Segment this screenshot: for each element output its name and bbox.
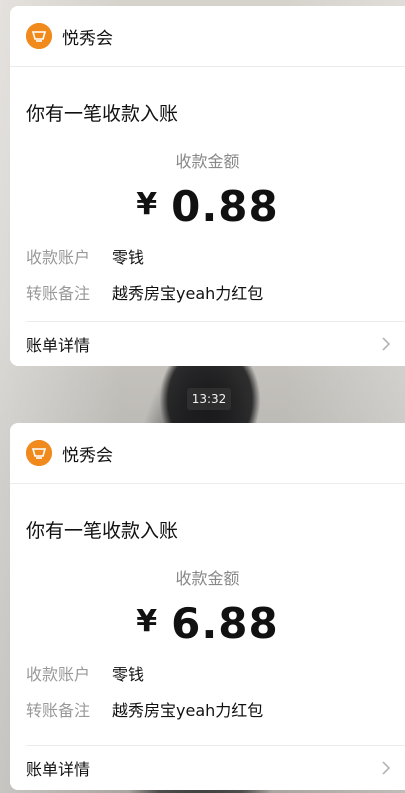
note-row: 转账备注 越秀房宝yeah力红包 <box>26 279 405 305</box>
message-headline: 你有一笔收款入账 <box>26 103 179 125</box>
account-value: 零钱 <box>112 665 145 684</box>
currency-symbol: ¥ <box>136 187 158 222</box>
note-key: 转账备注 <box>26 284 91 303</box>
org-name: 悦秀会 <box>62 445 113 466</box>
account-row: 收款账户 零钱 <box>26 243 405 269</box>
payment-message-card[interactable]: 悦秀会 你有一笔收款入账 收款金额 ¥6.88 收款账户 零钱 转账备注 越秀房… <box>10 423 405 790</box>
card-header[interactable]: 悦秀会 <box>10 6 405 67</box>
org-name: 悦秀会 <box>62 28 113 49</box>
message-timestamp: 13:32 <box>187 388 231 410</box>
message-headline: 你有一笔收款入账 <box>26 520 179 542</box>
amount-label: 收款金额 <box>175 569 240 588</box>
account-key: 收款账户 <box>26 665 91 684</box>
payment-message-card[interactable]: 悦秀会 你有一笔收款入账 收款金额 ¥0.88 收款账户 零钱 转账备注 越秀房… <box>10 6 405 366</box>
amount-value: 6.88 <box>171 599 279 648</box>
account-row: 收款账户 零钱 <box>26 660 405 686</box>
bill-detail-label: 账单详情 <box>26 760 91 779</box>
account-key: 收款账户 <box>26 248 91 267</box>
bill-detail-link[interactable]: 账单详情 <box>26 745 405 790</box>
bill-detail-link[interactable]: 账单详情 <box>26 321 405 366</box>
yuexiuhui-logo-icon <box>26 23 52 49</box>
account-value: 零钱 <box>112 248 145 267</box>
note-key: 转账备注 <box>26 701 91 720</box>
yuexiuhui-logo-icon <box>26 440 52 466</box>
amount-label: 收款金额 <box>175 152 240 171</box>
note-value: 越秀房宝yeah力红包 <box>112 701 264 720</box>
chevron-right-icon <box>382 761 391 775</box>
card-header[interactable]: 悦秀会 <box>10 423 405 484</box>
note-value: 越秀房宝yeah力红包 <box>112 284 264 303</box>
bill-detail-label: 账单详情 <box>26 336 91 355</box>
amount-row: ¥0.88 <box>10 179 405 235</box>
amount-value: 0.88 <box>171 182 279 231</box>
currency-symbol: ¥ <box>136 604 158 639</box>
note-row: 转账备注 越秀房宝yeah力红包 <box>26 696 405 722</box>
amount-row: ¥6.88 <box>10 596 405 652</box>
chevron-right-icon <box>382 337 391 351</box>
